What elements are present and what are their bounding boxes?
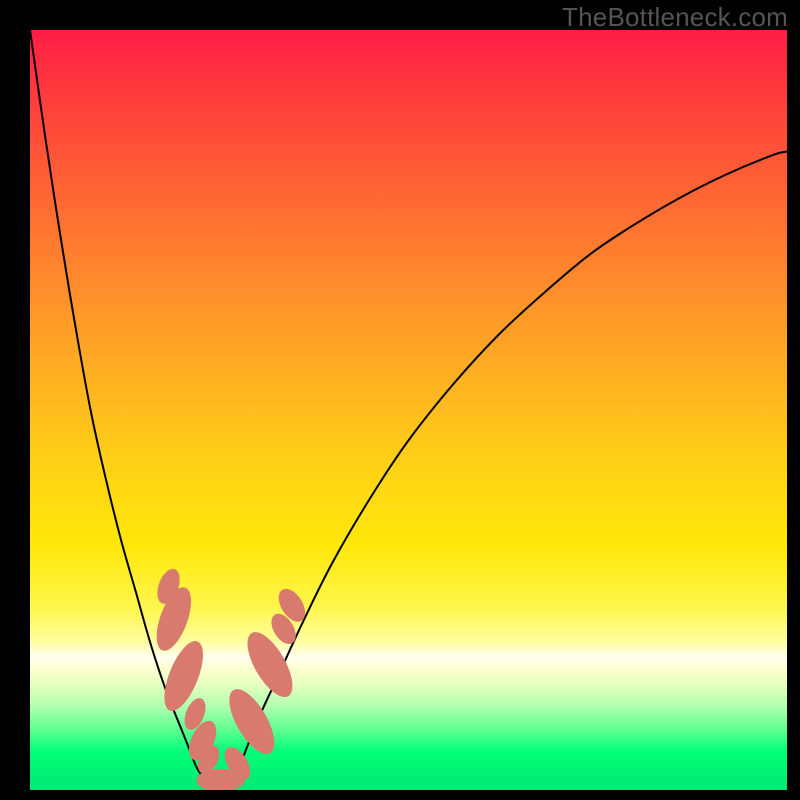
curve-right-branch [227, 152, 787, 790]
curve-canvas [30, 30, 787, 790]
plot-area [30, 30, 787, 790]
curve-right-branch [227, 152, 787, 790]
watermark-text: TheBottleneck.com [562, 2, 788, 33]
marker-layer [150, 566, 311, 790]
chart-frame: TheBottleneck.com [0, 0, 800, 800]
